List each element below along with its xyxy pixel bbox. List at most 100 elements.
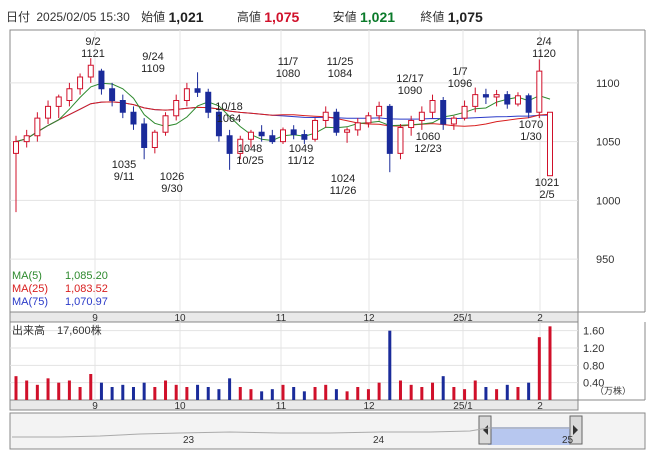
- candle-body: [440, 100, 447, 125]
- volume-bar: [142, 382, 146, 400]
- ma25-label: MA(25): [12, 283, 48, 295]
- candle-body: [183, 88, 190, 101]
- candle-body: [269, 135, 276, 143]
- annotation-price: 1121: [81, 48, 105, 60]
- volume-bar: [121, 384, 125, 400]
- volume-value: 17,600株: [57, 323, 102, 337]
- volume-bar: [505, 384, 509, 400]
- candle-body: [547, 111, 553, 177]
- volume-bar: [238, 387, 242, 400]
- ma25-value: 1,083.52: [65, 283, 108, 295]
- date-tick-label: 12: [363, 313, 375, 324]
- volume-tick-label: 1.60: [583, 326, 604, 338]
- date-tick-label: 10: [174, 401, 186, 412]
- volume-bar: [377, 382, 381, 400]
- price-tick-label: 1100: [596, 78, 620, 90]
- price-axis: 950 1000 1050 1100: [596, 78, 620, 266]
- date-tick-label: 25/1: [453, 401, 473, 412]
- volume-bar: [356, 387, 360, 400]
- date-tick-label: 25/1: [453, 313, 473, 324]
- candle-body: [280, 129, 286, 143]
- volume-bar: [463, 389, 467, 400]
- volume-axis: 0.400.801.201.60: [583, 326, 604, 390]
- annotation-date: 1/7: [452, 66, 467, 78]
- volume-tick-label: 1.20: [583, 343, 604, 355]
- ma75-value: 1,070.97: [65, 296, 108, 308]
- candle-body: [344, 129, 351, 133]
- candle-body: [141, 123, 148, 148]
- volume-bar: [495, 389, 499, 400]
- volume-bar: [164, 380, 168, 400]
- candle-body: [226, 135, 233, 154]
- volume-bar: [441, 376, 445, 400]
- annotation-price: 10/25: [236, 155, 264, 167]
- candle-body: [301, 134, 308, 140]
- candle-body: [472, 94, 479, 107]
- annotation-date: 1026: [160, 171, 184, 183]
- volume-bar: [324, 384, 328, 400]
- volume-bar: [185, 387, 189, 400]
- volume-tick-label: 0.80: [583, 360, 604, 372]
- volume-bar: [67, 380, 71, 400]
- navigator-selection[interactable]: [488, 427, 570, 445]
- annotation-date: 1035: [112, 159, 136, 171]
- volume-bar: [398, 380, 402, 400]
- candle-body: [450, 117, 457, 125]
- volume-bar: [292, 387, 296, 400]
- stock-chart: 23 24 25 9/21121 9/241109 10359/11 10269/30…: [9, 29, 646, 450]
- annotation-price: 11/26: [330, 185, 357, 197]
- annotation-price: 9/30: [161, 183, 182, 195]
- date-tick-label: 2: [537, 401, 543, 412]
- candle-body: [119, 100, 126, 113]
- date-tick-label: 9: [92, 401, 98, 412]
- annotation-date: 9/24: [142, 51, 163, 63]
- candle-body: [429, 100, 436, 113]
- candle-body: [151, 131, 158, 149]
- annotation-price: 1064: [217, 113, 241, 125]
- candle-body: [34, 117, 41, 137]
- date-tick-label: 11: [276, 401, 287, 412]
- volume-unit: （万株）: [595, 385, 631, 396]
- volume-bar: [25, 380, 29, 400]
- candle-body: [258, 131, 265, 137]
- annotation-date: 11/25: [327, 56, 354, 68]
- ma5-value: 1,085.20: [65, 270, 108, 282]
- candle-body: [77, 76, 84, 90]
- candle-body: [87, 64, 94, 78]
- date-tick-label: 2: [537, 313, 543, 324]
- volume-bar: [89, 374, 93, 400]
- candle-body: [408, 119, 415, 129]
- volume-bar: [249, 389, 253, 400]
- candle-body: [461, 105, 468, 119]
- volume-bar: [452, 387, 456, 400]
- volume-bar: [473, 380, 477, 400]
- annotation-price: 1084: [328, 68, 352, 80]
- price-tick-label: 1000: [596, 195, 620, 207]
- volume-bar: [174, 384, 178, 400]
- volume-bar: [334, 389, 338, 400]
- volume-bar: [366, 389, 370, 400]
- candle-body: [493, 94, 500, 98]
- date-tick-label: 11: [276, 313, 287, 324]
- annotation-price: 9/11: [114, 171, 135, 183]
- price-tick-label: 950: [596, 254, 614, 266]
- price-tick-label: 1050: [596, 137, 620, 149]
- candle-body: [205, 91, 212, 113]
- candle-body: [66, 88, 73, 101]
- candle-body: [247, 131, 254, 140]
- volume-bar: [206, 387, 210, 400]
- annotation-price: 1080: [276, 68, 300, 80]
- annotation-date: 1070: [519, 119, 543, 131]
- candle-body: [173, 100, 180, 117]
- volume-bar: [217, 389, 221, 400]
- candle-body: [194, 88, 201, 93]
- candle-body: [482, 94, 489, 98]
- candle-body: [376, 105, 383, 117]
- volume-bar: [302, 391, 306, 400]
- candle-body: [312, 119, 319, 140]
- annotation-price: 11/12: [288, 155, 315, 167]
- candle-body: [290, 129, 297, 136]
- candle-body: [514, 95, 521, 105]
- ma75-label: MA(75): [12, 296, 48, 308]
- annotation-price: 1090: [398, 85, 422, 97]
